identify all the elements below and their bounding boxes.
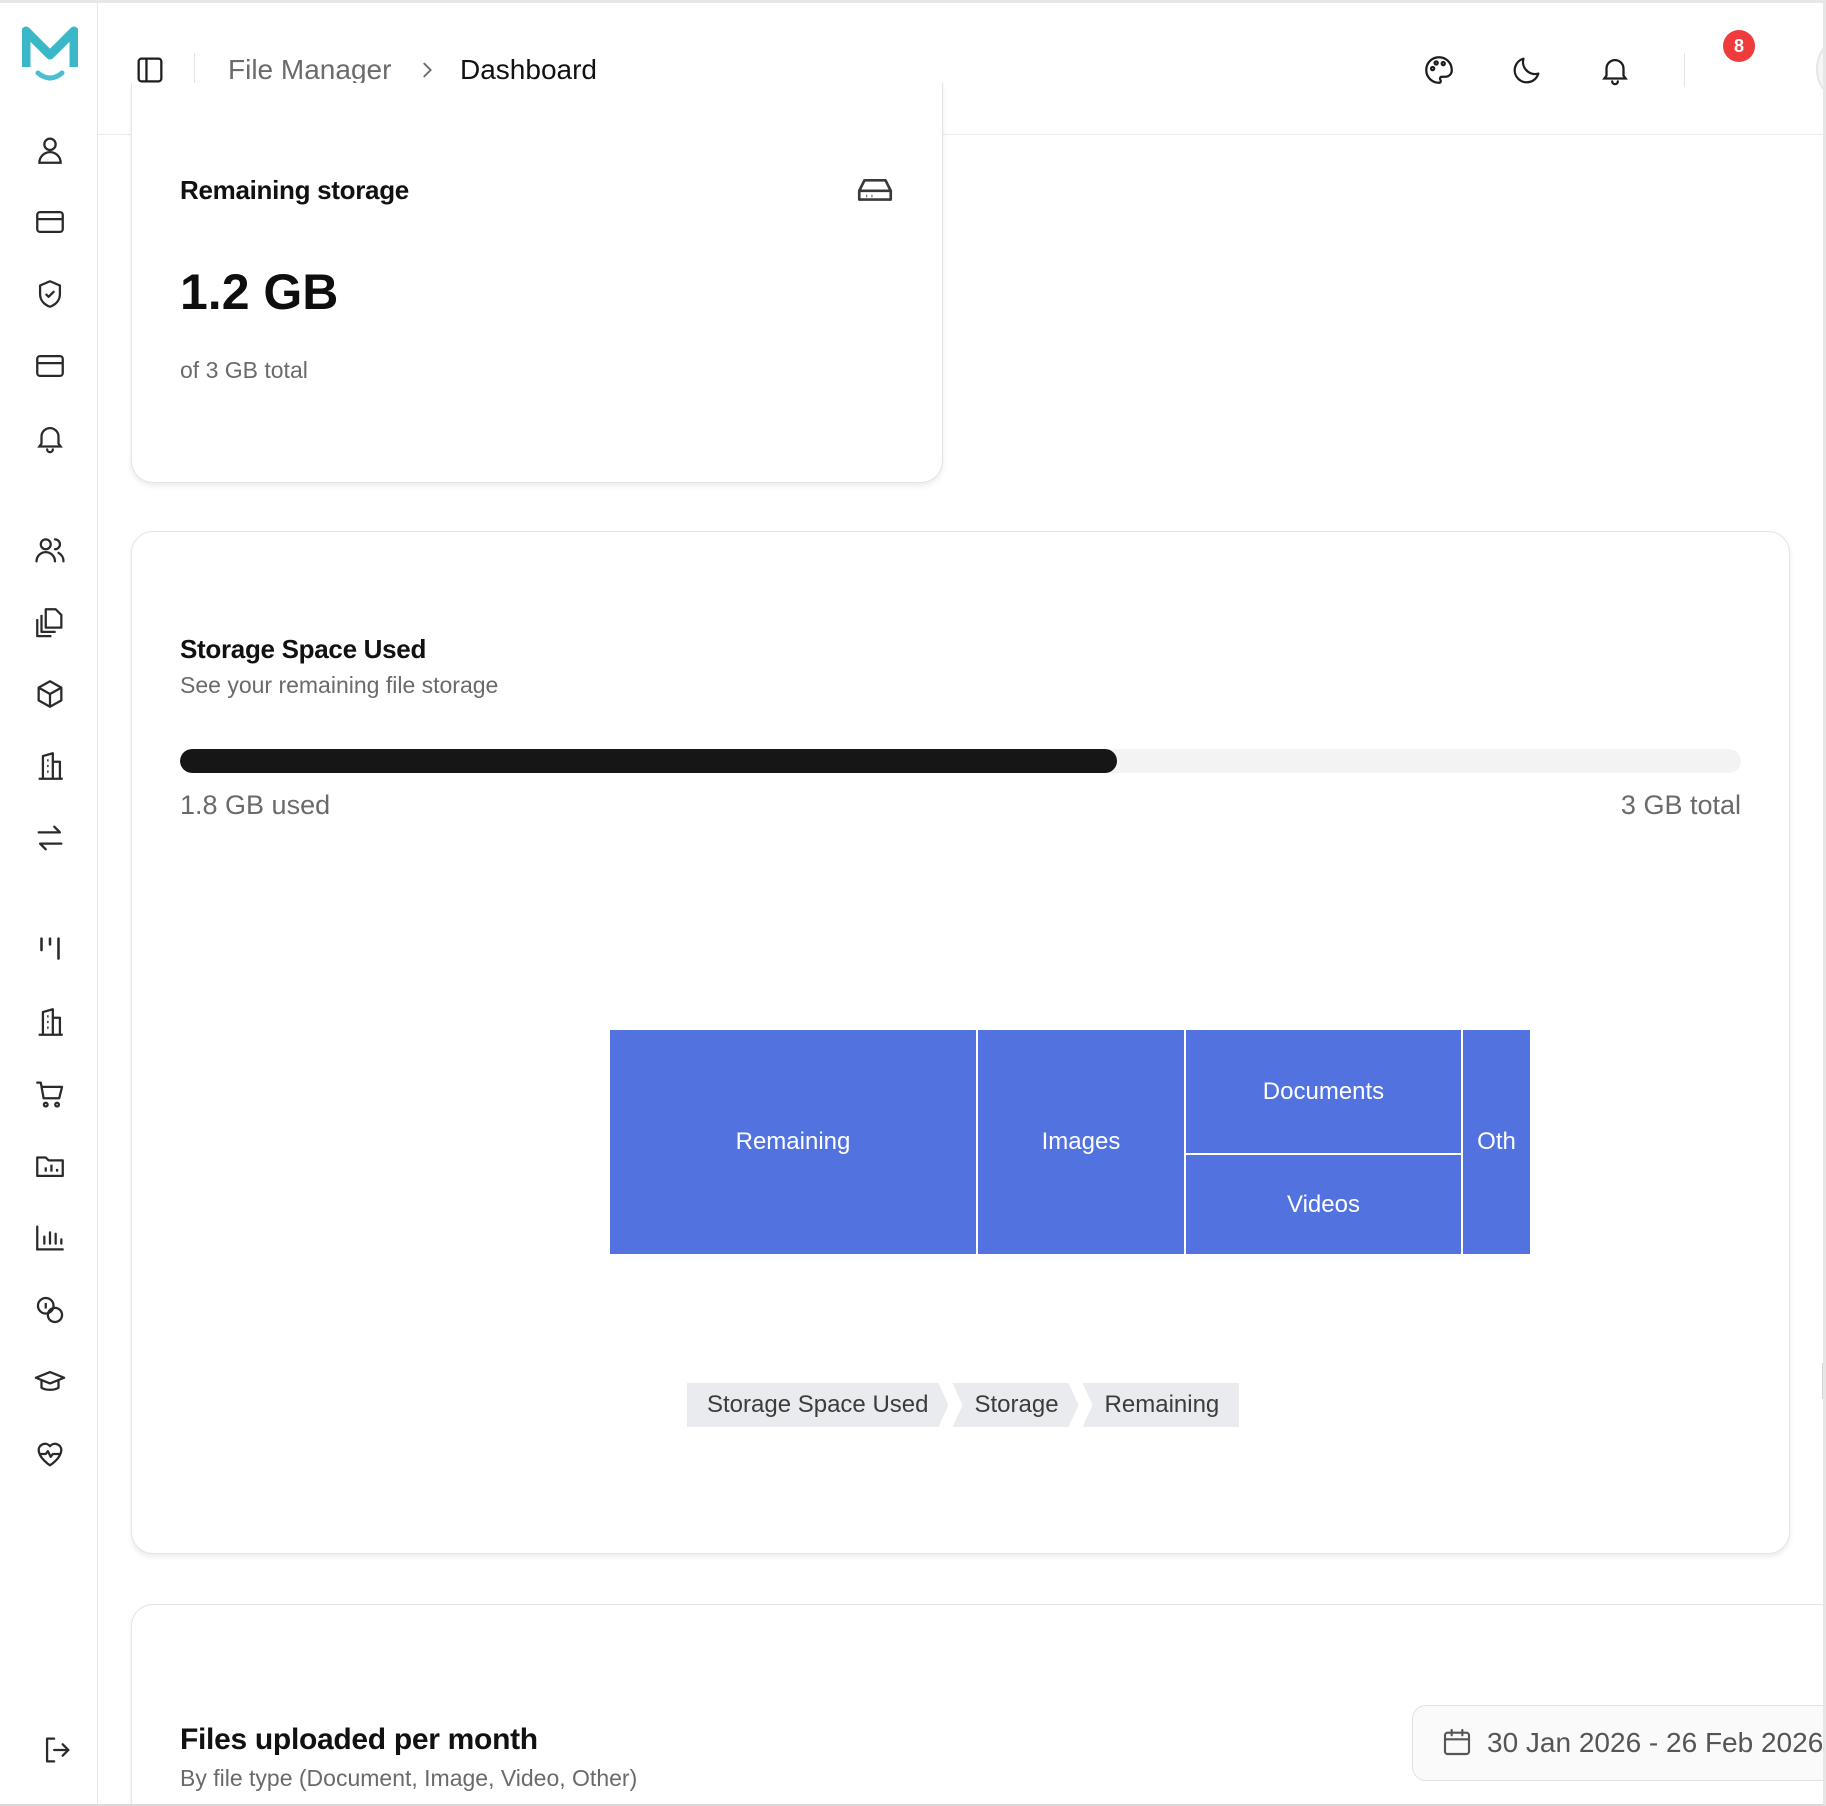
files-uploaded-title: Files uploaded per month — [180, 1723, 538, 1756]
used-label: 1.8 GB used — [180, 790, 331, 820]
treemap-breadcrumb: Storage Space Used Storage Remaining — [687, 1383, 1243, 1427]
transfer-icon[interactable] — [33, 821, 67, 855]
users-icon[interactable] — [33, 533, 67, 567]
box-icon[interactable] — [33, 677, 67, 711]
date-range-picker[interactable]: 30 Jan 2026 - 26 Feb 2026 — [1412, 1705, 1824, 1781]
bar-chart-icon[interactable] — [33, 1221, 67, 1255]
moon-icon[interactable] — [1510, 53, 1544, 87]
treemap-breadcrumb-remaining[interactable]: Remaining — [1082, 1383, 1240, 1427]
treemap-cell-videos[interactable]: Videos — [1186, 1155, 1461, 1254]
treemap-cell-images[interactable]: Images — [978, 1030, 1184, 1254]
sidebar-toggle-icon[interactable] — [133, 53, 167, 87]
breadcrumb-file-manager[interactable]: File Manager — [228, 53, 391, 87]
notification-badge: 8 — [1723, 30, 1755, 62]
chevron-right-icon — [416, 59, 438, 81]
remaining-storage-caption: of 3 GB total — [180, 357, 308, 383]
storage-space-subtitle: See your remaining file storage — [180, 672, 499, 698]
storage-space-title: Storage Space Used — [180, 634, 427, 664]
shield-icon[interactable] — [33, 277, 67, 311]
avatar[interactable] — [1816, 33, 1823, 105]
wallet-icon[interactable] — [33, 349, 67, 383]
cart-icon[interactable] — [33, 1077, 67, 1111]
bell-icon[interactable] — [1598, 53, 1632, 87]
header-divider — [194, 53, 195, 87]
breadcrumb-dashboard: Dashboard — [460, 54, 597, 85]
graduation-cap-icon[interactable] — [33, 1365, 67, 1399]
storage-progress-fill — [180, 749, 1117, 773]
total-label: 3 GB total — [1620, 790, 1741, 820]
sidebar — [0, 3, 98, 1804]
remaining-storage-card: Remaining storage 1.2 GB of 3 GB total — [131, 83, 943, 483]
kanban-icon[interactable] — [33, 933, 67, 967]
files-uploaded-card: Files uploaded per month By file type (D… — [131, 1604, 1824, 1804]
header-divider — [1684, 53, 1685, 87]
treemap-breadcrumb-root[interactable]: Storage Space Used — [687, 1383, 948, 1427]
folder-chart-icon[interactable] — [33, 1149, 67, 1183]
scrollbar-thumb[interactable] — [1822, 1363, 1823, 1399]
card-icon[interactable] — [33, 205, 67, 239]
user-icon[interactable] — [33, 133, 67, 167]
remaining-storage-value: 1.2 GB — [180, 264, 339, 320]
palette-icon[interactable] — [1422, 53, 1456, 87]
files-uploaded-subtitle: By file type (Document, Image, Video, Ot… — [180, 1765, 638, 1791]
treemap-cell-other[interactable]: Oth — [1463, 1030, 1530, 1254]
hard-drive-icon — [854, 168, 896, 210]
calendar-icon — [1441, 1726, 1473, 1758]
bell-icon[interactable] — [33, 421, 67, 455]
date-range-text: 30 Jan 2026 - 26 Feb 2026 — [1487, 1727, 1824, 1758]
storage-space-card: Storage Space Used See your remaining fi… — [131, 531, 1790, 1554]
treemap-cell-remaining[interactable]: Remaining — [610, 1030, 976, 1254]
storage-treemap: Remaining Images Documents Videos Oth — [610, 1030, 1530, 1254]
building-icon[interactable] — [33, 1005, 67, 1039]
files-icon[interactable] — [33, 605, 67, 639]
building-icon[interactable] — [33, 749, 67, 783]
remaining-storage-title: Remaining storage — [180, 175, 409, 205]
coins-icon[interactable] — [33, 1293, 67, 1327]
treemap-cell-documents[interactable]: Documents — [1186, 1030, 1461, 1153]
heart-pulse-icon[interactable] — [33, 1437, 67, 1471]
treemap-breadcrumb-storage[interactable]: Storage — [952, 1383, 1078, 1427]
storage-progress-bar — [180, 749, 1741, 773]
app-window: File Manager Dashboard 8 Remaining stora… — [0, 0, 1826, 1806]
logout-icon[interactable] — [40, 1733, 74, 1767]
app-logo[interactable] — [21, 25, 79, 83]
